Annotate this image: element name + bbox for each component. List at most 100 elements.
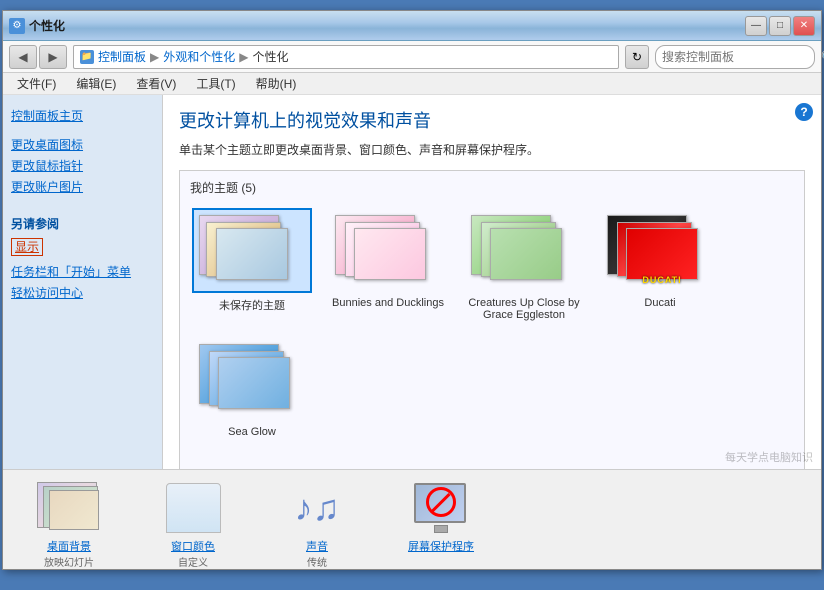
sidebar-link-display[interactable]: 显示 [11, 236, 154, 257]
menu-tools[interactable]: 工具(T) [188, 73, 243, 94]
menubar: 文件(F) 编辑(E) 查看(V) 工具(T) 帮助(H) [3, 73, 821, 95]
sidebar-links-section: 更改桌面图标 更改鼠标指针 更改账户图片 [11, 134, 154, 197]
sound-icon: ♪♫ [295, 487, 340, 529]
breadcrumb-current: 个性化 [253, 48, 289, 65]
breadcrumb-bar: 📁 控制面板 ▶ 外观和个性化 ▶ 个性化 [73, 45, 619, 69]
menu-view[interactable]: 查看(V) [128, 73, 184, 94]
window-title: 个性化 [29, 17, 65, 34]
theme-stack-creatures [466, 210, 584, 293]
theme-name-ducati: Ducati [644, 297, 675, 309]
sidebar-link-mouse-pointer[interactable]: 更改鼠标指针 [11, 155, 154, 176]
ducati-text: DUCATI [642, 275, 681, 285]
theme-stack-ducati: DUCATI [602, 210, 720, 293]
theme-thumb-img [354, 228, 426, 280]
desktop-bg-visual [37, 482, 102, 534]
sidebar: 控制面板主页 更改桌面图标 更改鼠标指针 更改账户图片 另请参阅 显示 任务栏和… [3, 95, 163, 469]
bottom-item-window-color[interactable]: 窗口颜色 自定义 [143, 478, 243, 569]
menu-file[interactable]: 文件(F) [9, 73, 64, 94]
bottom-label-screensaver[interactable]: 屏幕保护程序 [408, 538, 474, 554]
theme-item-creatures[interactable]: Creatures Up Close byGrace Eggleston [464, 208, 584, 321]
forward-button[interactable]: ▶ [39, 45, 67, 69]
window-color-visual [166, 483, 221, 533]
bottom-item-desktop-bg[interactable]: 桌面背景 放映幻灯片 [19, 478, 119, 569]
bottom-sublabel-desktop-bg: 放映幻灯片 [44, 554, 94, 569]
theme-item-ocean[interactable]: Sea Glow [192, 337, 312, 438]
content-area: ? 更改计算机上的视觉效果和声音 单击某个主题立即更改桌面背景、窗口颜色、声音和… [163, 95, 821, 469]
search-bar[interactable]: 🔍 [655, 45, 815, 69]
folder-icon: 📁 [80, 50, 94, 64]
refresh-button[interactable]: ↻ [625, 45, 649, 69]
maximize-button[interactable]: □ [769, 16, 791, 36]
theme-thumbnail-creatures[interactable] [464, 208, 584, 293]
theme-stack-unsaved [194, 210, 312, 293]
sidebar-link-home[interactable]: 控制面板主页 [11, 105, 154, 126]
desktop-bg-img-front [49, 490, 99, 530]
breadcrumb-control-panel[interactable]: 控制面板 [98, 48, 146, 65]
theme-thumbnail-unsaved[interactable] [192, 208, 312, 293]
no-sign-line [431, 492, 450, 511]
theme-name-ocean: Sea Glow [228, 426, 276, 438]
window-color-icon-container [158, 478, 228, 538]
bottom-label-window-color[interactable]: 窗口颜色 [171, 538, 215, 554]
help-icon[interactable]: ? [795, 103, 813, 121]
nav-buttons: ◀ ▶ [9, 45, 67, 69]
main-content: 控制面板主页 更改桌面图标 更改鼠标指针 更改账户图片 另请参阅 显示 任务栏和… [3, 95, 821, 469]
themes-container: 我的主题 (5) 未保存的主题 [179, 170, 805, 469]
theme-item-ducati[interactable]: DUCATI Ducati [600, 208, 720, 321]
minimize-button[interactable]: — [745, 16, 767, 36]
theme-item-unsaved[interactable]: 未保存的主题 [192, 208, 312, 321]
back-button[interactable]: ◀ [9, 45, 37, 69]
sidebar-link-desktop-icons[interactable]: 更改桌面图标 [11, 134, 154, 155]
theme-thumbnail-ducati[interactable]: DUCATI [600, 208, 720, 293]
bottom-sublabel-window-color: 自定义 [178, 554, 208, 569]
sidebar-link-accessibility[interactable]: 轻松访问中心 [11, 282, 154, 303]
titlebar-left: ⚙ 个性化 [9, 17, 65, 34]
breadcrumb-sep-1: ▶ [150, 50, 159, 64]
sound-icon-container: ♪♫ [282, 478, 352, 538]
content-title: 更改计算机上的视觉效果和声音 [179, 107, 805, 133]
screensaver-icon-container [406, 478, 476, 538]
bottom-bar: 桌面背景 放映幻灯片 窗口颜色 自定义 ♪♫ 声音 传统 [3, 469, 821, 569]
theme-thumb-img [626, 228, 698, 280]
theme-thumb-img [490, 228, 562, 280]
theme-stack-bunnies [330, 210, 448, 293]
themes-grid: 未保存的主题 Bunnies and Ducklings [188, 204, 796, 442]
screensaver-visual [414, 483, 469, 533]
desktop-bg-icon-container [34, 478, 104, 538]
themes-section-title: 我的主题 (5) [188, 179, 796, 196]
theme-name-unsaved: 未保存的主题 [219, 297, 285, 313]
theme-thumbnail-bunnies[interactable] [328, 208, 448, 293]
search-input[interactable] [662, 50, 817, 64]
sidebar-link-taskbar[interactable]: 任务栏和「开始」菜单 [11, 261, 154, 282]
bottom-sublabel-sound: 传统 [307, 554, 327, 569]
menu-edit[interactable]: 编辑(E) [68, 73, 124, 94]
theme-thumbnail-ocean[interactable] [192, 337, 312, 422]
addressbar: ◀ ▶ 📁 控制面板 ▶ 外观和个性化 ▶ 个性化 ↻ 🔍 [3, 41, 821, 73]
theme-thumb-img [218, 357, 290, 409]
theme-thumb-img [216, 228, 288, 280]
theme-name-bunnies: Bunnies and Ducklings [332, 297, 444, 309]
sidebar-main-section: 控制面板主页 [11, 105, 154, 126]
bottom-label-desktop-bg[interactable]: 桌面背景 [47, 538, 91, 554]
theme-name-creatures: Creatures Up Close byGrace Eggleston [468, 297, 579, 321]
sidebar-also-heading: 另请参阅 [11, 215, 154, 232]
theme-item-bunnies[interactable]: Bunnies and Ducklings [328, 208, 448, 321]
monitor-stand [434, 525, 448, 533]
no-sign [426, 487, 456, 517]
menu-help[interactable]: 帮助(H) [248, 73, 305, 94]
content-subtitle: 单击某个主题立即更改桌面背景、窗口颜色、声音和屏幕保护程序。 [179, 141, 805, 158]
titlebar: ⚙ 个性化 — □ ✕ [3, 11, 821, 41]
theme-stack-ocean [194, 339, 312, 422]
sidebar-link-display-boxed[interactable]: 显示 [11, 238, 43, 256]
sidebar-also-section: 另请参阅 显示 任务栏和「开始」菜单 轻松访问中心 [11, 205, 154, 303]
window-icon: ⚙ [9, 18, 25, 34]
bottom-item-screensaver[interactable]: 屏幕保护程序 [391, 478, 491, 554]
close-button[interactable]: ✕ [793, 16, 815, 36]
sidebar-link-account-pic[interactable]: 更改账户图片 [11, 176, 154, 197]
breadcrumb-appearance[interactable]: 外观和个性化 [163, 48, 235, 65]
bottom-item-sound[interactable]: ♪♫ 声音 传统 [267, 478, 367, 569]
bottom-label-sound[interactable]: 声音 [306, 538, 328, 554]
titlebar-controls: — □ ✕ [745, 16, 815, 36]
breadcrumb-sep-2: ▶ [239, 50, 248, 64]
main-window: ⚙ 个性化 — □ ✕ ◀ ▶ 📁 控制面板 ▶ 外观和个性化 ▶ 个性化 ↻ … [2, 10, 822, 570]
